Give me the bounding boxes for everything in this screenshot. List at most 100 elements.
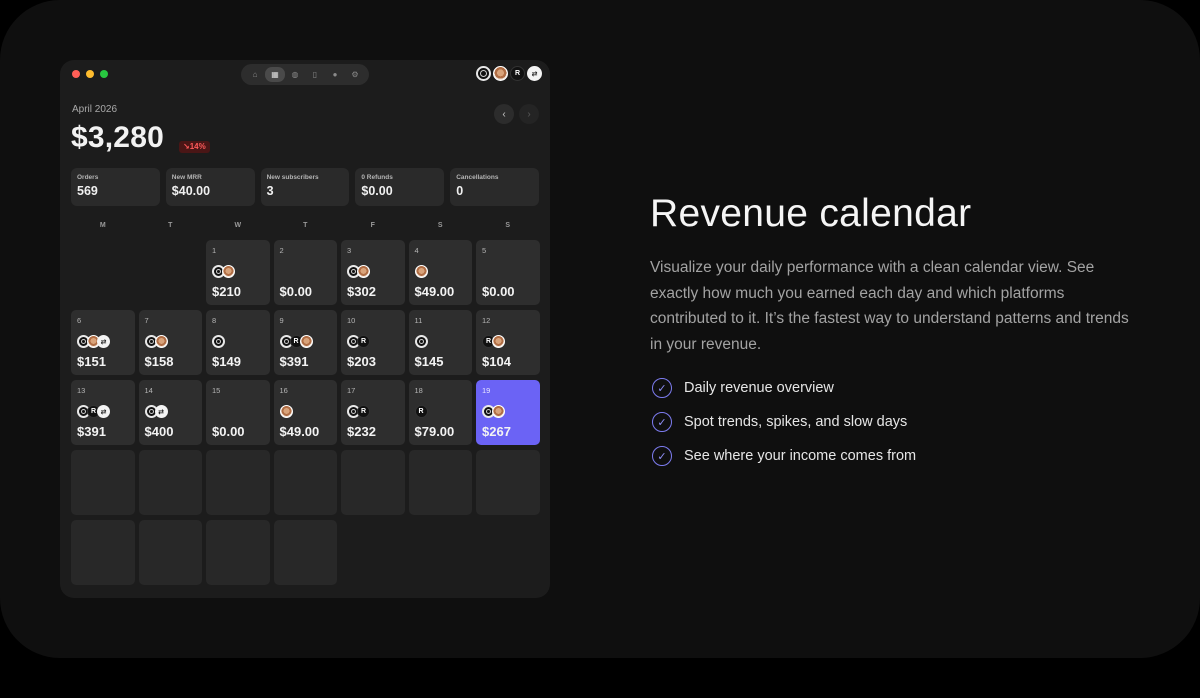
day-number: 7 [144, 316, 149, 325]
avatar [492, 405, 505, 418]
day-number: 1 [212, 246, 217, 255]
day-revenue: $302 [347, 284, 376, 299]
calendar-day-cell[interactable]: 1 $210 [206, 240, 270, 305]
day-number: 11 [414, 316, 423, 325]
ring-logo-icon [414, 335, 428, 348]
r-logo-icon: R [357, 405, 370, 418]
stat-value: 0 [456, 184, 464, 198]
platform-icons: R [279, 335, 313, 348]
day-revenue: $158 [144, 354, 174, 369]
stat-value: $40.00 [171, 184, 211, 198]
calendar-day-cell[interactable]: 16 $49.00 [273, 380, 337, 445]
calendar-future-cell[interactable] [476, 450, 540, 515]
r-logo-icon[interactable]: R [510, 66, 525, 81]
weekday-label: F [370, 222, 375, 229]
zoom-window-button[interactable] [100, 70, 108, 78]
calendar-future-cell[interactable] [273, 520, 337, 585]
globe-icon[interactable]: ◍ [285, 67, 305, 82]
weekday-label: T [168, 222, 173, 229]
calendar-future-cell[interactable] [341, 450, 405, 515]
calendar-day-cell[interactable]: 5 $0.00 [476, 240, 540, 305]
day-number: 2 [279, 246, 284, 255]
calendar-future-cell[interactable] [138, 450, 202, 515]
calendar-future-cell[interactable] [273, 450, 337, 515]
calendar-future-cell[interactable] [206, 450, 270, 515]
gear-icon[interactable]: ⚙ [345, 67, 365, 82]
previous-month-button[interactable]: ‹ [494, 104, 514, 124]
day-number: 4 [414, 246, 419, 255]
s-logo-icon[interactable]: ⇄ [527, 66, 542, 81]
calendar-future-cell[interactable] [138, 520, 202, 585]
day-revenue: $232 [347, 424, 376, 439]
stat-card-refunds: 0 Refunds $0.00 [355, 168, 445, 206]
calendar-day-cell[interactable]: 14 ⇄ $400 [138, 380, 202, 445]
r-logo-icon: R [414, 405, 428, 418]
stat-card-cancellations: Cancellations 0 [450, 168, 539, 206]
platform-icons [414, 265, 428, 278]
stat-card-new-mrr: New MRR $40.00 [165, 168, 255, 206]
calendar-day-cell[interactable]: 15 $0.00 [206, 380, 270, 445]
day-revenue: $0.00 [212, 424, 245, 439]
next-month-button[interactable]: › [519, 104, 539, 124]
section-title: Revenue calendar [650, 192, 972, 235]
day-number: 3 [347, 246, 352, 255]
calendar-day-cell[interactable]: 6 ⇄ $151 [71, 310, 135, 375]
document-icon[interactable]: ▯ [305, 67, 325, 82]
calendar-future-cell[interactable] [408, 450, 472, 515]
day-number: 5 [482, 246, 487, 255]
calendar-day-cell[interactable]: 19 $267 [476, 380, 540, 445]
day-number: 8 [212, 316, 217, 325]
feature-card: ⌂ ▦ ◍ ▯ ● ⚙ R ⇄ April 2026 $3,280 ↘14% ‹… [0, 0, 1200, 658]
calendar-day-cell[interactable]: 13 R ⇄ $391 [71, 380, 135, 445]
ring-logo-icon[interactable] [476, 66, 491, 81]
calendar-day-cell[interactable]: 8 $149 [206, 310, 270, 375]
home-icon[interactable]: ⌂ [245, 67, 265, 82]
day-number: 16 [279, 386, 288, 395]
list-item: ✓ Daily revenue overview [652, 377, 916, 399]
calendar-day-cell[interactable]: 10 R $203 [341, 310, 405, 375]
feature-label: Daily revenue overview [684, 380, 834, 396]
platform-icons: R [414, 405, 428, 418]
day-revenue: $0.00 [482, 284, 515, 299]
calendar-future-cell[interactable] [206, 520, 270, 585]
day-revenue: $210 [212, 284, 241, 299]
calendar-future-cell[interactable] [71, 450, 135, 515]
weekday-label: T [303, 222, 308, 229]
calendar-day-cell[interactable]: 3 $302 [341, 240, 405, 305]
day-revenue: $104 [482, 354, 511, 369]
day-number: 10 [347, 316, 356, 325]
close-window-button[interactable] [72, 70, 80, 78]
weekday-label: S [505, 222, 511, 229]
calendar-day-cell[interactable]: 9 R $391 [273, 310, 337, 375]
day-revenue: $145 [414, 354, 444, 369]
avatar[interactable] [493, 66, 508, 81]
day-number: 15 [212, 386, 221, 395]
calendar-day-cell[interactable]: 18 R $79.00 [408, 380, 472, 445]
avatar [492, 335, 505, 348]
s-logo-icon: ⇄ [97, 405, 110, 418]
minimize-window-button[interactable] [86, 70, 94, 78]
section-description: Visualize your daily performance with a … [650, 259, 1129, 353]
calendar-day-cell[interactable]: 4 $49.00 [408, 240, 472, 305]
day-number: 19 [482, 386, 491, 395]
calendar-day-cell[interactable]: 12 R $104 [476, 310, 540, 375]
calendar-future-cell[interactable] [71, 520, 135, 585]
day-number: 6 [77, 316, 82, 325]
list-item: ✓ See where your income comes from [652, 445, 916, 467]
calendar-day-cell[interactable]: 11 $145 [408, 310, 472, 375]
platform-icons: R ⇄ [77, 405, 110, 418]
platform-icons [212, 335, 225, 348]
calendar-icon[interactable]: ▦ [265, 67, 285, 82]
user-icon[interactable]: ● [325, 67, 345, 82]
calendar-day-cell[interactable]: 2 $0.00 [273, 240, 337, 305]
day-revenue: $391 [279, 354, 309, 369]
platform-icons [414, 335, 428, 348]
weekday-header: M T W T F S S [71, 222, 539, 229]
day-number: 13 [77, 386, 86, 395]
stat-label: Orders [77, 174, 99, 181]
avatar [299, 335, 313, 348]
day-revenue: $400 [144, 424, 174, 439]
calendar-day-cell[interactable]: 7 $158 [138, 310, 202, 375]
stat-card-orders: Orders 569 [71, 168, 160, 206]
calendar-day-cell[interactable]: 17 R $232 [341, 380, 405, 445]
